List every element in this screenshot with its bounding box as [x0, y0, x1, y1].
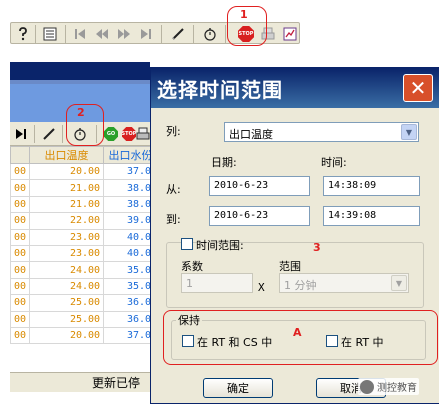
- wechat-icon: [360, 379, 374, 394]
- table-row[interactable]: 00 24.00 35.00: [9, 277, 159, 296]
- table-row[interactable]: 00 23.00 40.00: [9, 228, 159, 246]
- first-record-icon[interactable]: [71, 25, 89, 43]
- coefficient-label: 系数: [181, 260, 203, 273]
- table-cell-prev: 00: [9, 244, 31, 263]
- from-label: 从:: [166, 183, 181, 196]
- table-cell-outlet-temp: 21.00: [29, 179, 105, 197]
- table-row[interactable]: 00 25.00 36.00: [9, 310, 159, 328]
- table-cell-prev: 00: [9, 179, 31, 197]
- table-cell-outlet-temp: 23.00: [29, 244, 105, 263]
- to-date-field[interactable]: 2010-6-23: [209, 206, 310, 226]
- go-icon-text: GO: [104, 127, 118, 141]
- table-cell-prev: 00: [9, 195, 31, 214]
- from-date-field[interactable]: 2010-6-23: [209, 176, 310, 196]
- hold-rt-checkbox[interactable]: [326, 335, 338, 347]
- table-row[interactable]: 00 20.00 37.00: [9, 162, 159, 181]
- coefficient-field[interactable]: 1: [181, 273, 253, 293]
- annotation-letter-a: A: [293, 326, 302, 339]
- rewind-icon[interactable]: [93, 25, 111, 43]
- table-cell-outlet-temp: 24.00: [29, 261, 105, 279]
- date-header: 日期:: [211, 156, 237, 169]
- chart-export-icon[interactable]: [281, 25, 299, 43]
- time-range-dialog: 选择时间范围 ✕ 列: 出口温度 ▼ 日期: 时间: 从: 2010-6-23 …: [150, 67, 439, 404]
- table-cell-prev: 00: [9, 294, 31, 312]
- hold-rt-label: 在 RT 中: [341, 336, 384, 349]
- annotation-number-1: 1: [240, 8, 248, 21]
- last-record-icon[interactable]: [12, 125, 30, 143]
- range-label: 范围: [279, 260, 301, 273]
- multiply-label: X: [258, 281, 265, 294]
- watermark: 测控教育: [358, 378, 419, 395]
- to-time-field[interactable]: 14:39:08: [323, 206, 420, 226]
- table-cell-outlet-temp: 25.00: [29, 310, 105, 328]
- column-header-outlet-temp[interactable]: 出口温度: [29, 146, 105, 164]
- data-table: 出口温度 出口水份 00 20.00 37.00 00 21.00 38.00 00 21.0…: [9, 146, 159, 345]
- dialog-titlebar: 选择时间范围 ✕: [151, 68, 439, 108]
- dialog-title: 选择时间范围: [157, 78, 283, 102]
- hold-rt-cs-label: 在 RT 和 CS 中: [197, 336, 273, 349]
- timer-icon[interactable]: [201, 25, 219, 43]
- time-header: 时间:: [321, 156, 347, 169]
- table-row[interactable]: 00 25.00 36.00: [9, 294, 159, 312]
- table-row[interactable]: 00 21.00 38.00: [9, 195, 159, 214]
- hold-group-label: 保持: [176, 312, 202, 328]
- to-label: 到:: [166, 213, 181, 226]
- table-cell-outlet-temp: 23.00: [29, 228, 105, 246]
- annotation-number-2: 2: [77, 106, 85, 119]
- ok-button[interactable]: 确定: [203, 378, 273, 398]
- table-cell-prev: 00: [9, 277, 31, 296]
- chevron-down-icon: ▼: [391, 275, 407, 291]
- range-select-value: 1 分钟: [284, 279, 317, 292]
- table-cell-outlet-temp: 24.00: [29, 277, 105, 296]
- pencil-icon[interactable]: [169, 25, 187, 43]
- table-cell-prev: 00: [9, 212, 31, 230]
- table-cell-prev: 00: [9, 228, 31, 246]
- table-cell-outlet-temp: 22.00: [29, 212, 105, 230]
- table-cell-outlet-temp: 21.00: [29, 195, 105, 214]
- table-cell-prev: 00: [9, 162, 31, 181]
- table-row[interactable]: 00 21.00 38.00: [9, 179, 159, 197]
- table-cell-outlet-temp: 20.00: [29, 162, 105, 181]
- annotation-circle-2: [66, 104, 104, 146]
- time-range-checkbox[interactable]: [181, 238, 193, 250]
- table-cell-outlet-temp: 25.00: [29, 294, 105, 312]
- window-titlebar: [10, 62, 150, 80]
- column-select-value: 出口温度: [229, 128, 273, 141]
- from-time-field[interactable]: 14:38:09: [323, 176, 420, 196]
- table-cell-prev: 00: [9, 261, 31, 279]
- hold-rt-cs-checkbox[interactable]: [182, 335, 194, 347]
- column-select[interactable]: 出口温度 ▼: [224, 122, 419, 142]
- table-row[interactable]: 00 24.00 35.00: [9, 261, 159, 279]
- last-record-icon[interactable]: [137, 25, 155, 43]
- close-button[interactable]: ✕: [403, 74, 433, 102]
- close-icon: ✕: [409, 76, 427, 100]
- range-select[interactable]: 1 分钟 ▼: [279, 273, 409, 293]
- go-icon[interactable]: GO: [102, 125, 120, 143]
- table-row[interactable]: 00 22.00 39.00: [9, 212, 159, 230]
- table-view-icon[interactable]: [41, 25, 59, 43]
- table-cell-prev: 00: [9, 310, 31, 328]
- table-cell-prev: 00: [9, 326, 31, 345]
- table-row[interactable]: 00 23.00 40.00: [9, 244, 159, 263]
- help-icon[interactable]: [14, 25, 32, 43]
- chevron-down-icon: ▼: [401, 124, 417, 140]
- annotation-number-3: 3: [313, 241, 321, 254]
- status-text: 更新已停: [92, 376, 141, 390]
- time-range-checkbox-label: 时间范围:: [196, 239, 244, 252]
- table-cell-outlet-temp: 20.00: [29, 326, 105, 345]
- pencil-icon[interactable]: [40, 125, 58, 143]
- fast-forward-icon[interactable]: [115, 25, 133, 43]
- watermark-text: 测控教育: [377, 383, 417, 394]
- column-label: 列:: [166, 125, 181, 138]
- table-row[interactable]: 00 20.00 37.00: [9, 326, 159, 345]
